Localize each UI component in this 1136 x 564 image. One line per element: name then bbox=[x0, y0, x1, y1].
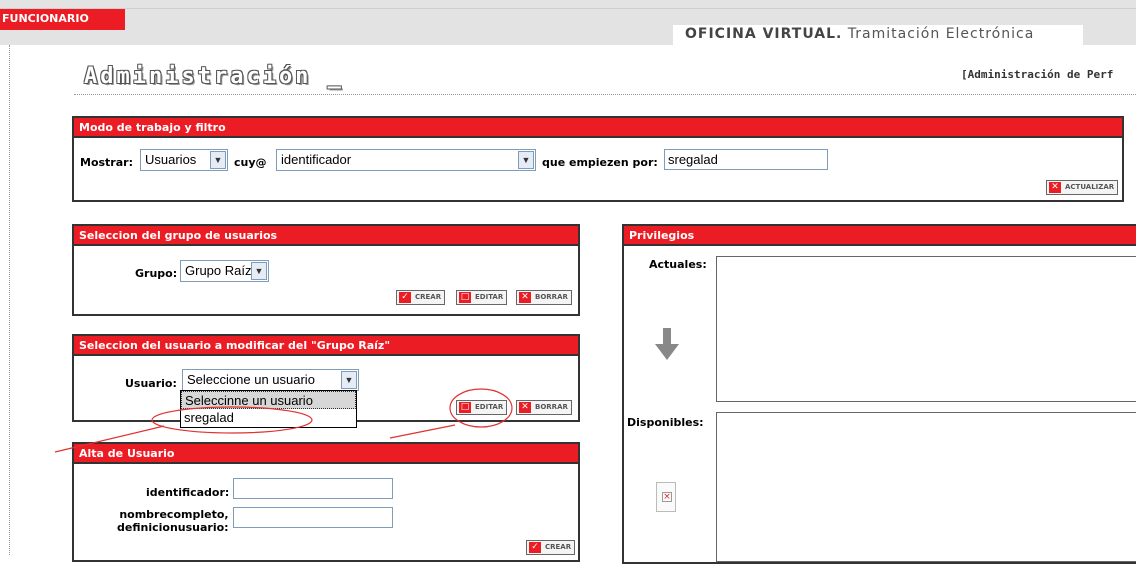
empiezen-label: que empiezen por: bbox=[542, 156, 658, 169]
top-divider bbox=[0, 8, 1136, 9]
nombre-label: nombrecompleto, definicionusuario: bbox=[117, 508, 229, 534]
alta-panel: Alta de Usuario identificador: nombrecom… bbox=[72, 442, 580, 562]
borrar-user-label: BORRAR bbox=[535, 403, 568, 411]
crear-user-label: CREAR bbox=[545, 543, 572, 551]
mostrar-label: Mostrar: bbox=[80, 156, 133, 169]
nombre-input[interactable] bbox=[233, 507, 393, 528]
oficina-title: OFICINA VIRTUAL. bbox=[685, 26, 843, 42]
chevron-down-icon[interactable]: ▼ bbox=[251, 262, 267, 280]
nombre-label-line-1: nombrecompleto, bbox=[119, 508, 229, 521]
privileges-panel: Privilegios Actuales: Disponibles: × bbox=[622, 224, 1136, 564]
grupo-label: Grupo: bbox=[135, 267, 178, 280]
group-panel-title: Seleccion del grupo de usuarios bbox=[74, 226, 578, 246]
nombre-label-line-2: definicionusuario: bbox=[117, 521, 229, 534]
borrar-group-button[interactable]: ✕ BORRAR bbox=[516, 290, 572, 305]
editar-user-label: EDITAR bbox=[475, 403, 504, 411]
grupo-select-value: Grupo Raíz bbox=[185, 263, 252, 278]
page-title: Administración _ bbox=[84, 64, 344, 89]
disponibles-list[interactable] bbox=[716, 412, 1136, 562]
user-panel-title: Seleccion del usuario a modificar del "G… bbox=[74, 336, 578, 356]
dropdown-option[interactable]: sregalad bbox=[181, 409, 356, 427]
down-arrow-icon[interactable] bbox=[652, 326, 682, 362]
check-icon: ✓ bbox=[529, 542, 541, 553]
filter-panel: Modo de trabajo y filtro Mostrar: Usuari… bbox=[72, 116, 1124, 202]
editar-group-button[interactable]: □ EDITAR bbox=[456, 290, 508, 305]
chevron-down-icon[interactable]: ▼ bbox=[518, 151, 534, 169]
mostrar-select[interactable]: Usuarios ▼ bbox=[140, 149, 228, 171]
annotation-arrow-edit bbox=[389, 424, 456, 439]
admin-breadcrumb: [Administración de Perf bbox=[961, 68, 1114, 81]
broken-image-icon: × bbox=[656, 482, 676, 512]
oficina-virtual-banner: OFICINA VIRTUAL. Tramitación Electrónica bbox=[673, 25, 1083, 45]
edit-icon: □ bbox=[459, 292, 471, 303]
usuario-select-value: Seleccione un usuario bbox=[187, 372, 315, 387]
disponibles-label: Disponibles: bbox=[627, 416, 704, 429]
identificador-label: identificador: bbox=[146, 486, 230, 499]
dropdown-option[interactable]: Seleccinne un usuario bbox=[181, 391, 356, 409]
cuyo-select-value: identificador bbox=[281, 152, 352, 167]
filter-panel-title: Modo de trabajo y filtro bbox=[74, 118, 1122, 138]
left-dotted-border bbox=[9, 45, 10, 555]
empiezen-input[interactable]: sregalad bbox=[664, 149, 828, 170]
borrar-user-button[interactable]: ✕ BORRAR bbox=[516, 400, 572, 415]
refresh-icon: ✕ bbox=[1049, 182, 1061, 193]
usuario-dropdown-list[interactable]: Seleccinne un usuario sregalad bbox=[180, 390, 357, 428]
grupo-select[interactable]: Grupo Raíz ▼ bbox=[180, 260, 269, 282]
oficina-subtitle: Tramitación Electrónica bbox=[842, 26, 1035, 42]
usuario-select[interactable]: Seleccione un usuario ▼ bbox=[182, 369, 359, 391]
actualizar-label: ACTUALIZAR bbox=[1065, 183, 1115, 191]
identificador-input[interactable] bbox=[233, 478, 393, 499]
top-bar: FUNCIONARIO OFICINA VIRTUAL. Tramitación… bbox=[0, 0, 1136, 45]
crear-group-button[interactable]: ✓ CREAR bbox=[396, 290, 446, 305]
actuales-label: Actuales: bbox=[649, 258, 707, 271]
editar-user-button[interactable]: □ EDITAR bbox=[456, 400, 508, 415]
chevron-down-icon[interactable]: ▼ bbox=[210, 151, 226, 169]
actualizar-button[interactable]: ✕ ACTUALIZAR bbox=[1046, 180, 1119, 195]
editar-group-label: EDITAR bbox=[475, 293, 504, 301]
cuyo-select[interactable]: identificador ▼ bbox=[276, 149, 536, 171]
funcionario-badge: FUNCIONARIO bbox=[0, 9, 125, 30]
check-icon: ✓ bbox=[399, 292, 411, 303]
chevron-down-icon[interactable]: ▼ bbox=[341, 371, 357, 389]
crear-group-label: CREAR bbox=[415, 293, 442, 301]
delete-icon: ✕ bbox=[519, 292, 531, 303]
cuyo-label: cuy@ bbox=[234, 156, 267, 169]
edit-icon: □ bbox=[459, 402, 471, 413]
mostrar-select-value: Usuarios bbox=[145, 152, 197, 167]
actuales-list[interactable] bbox=[716, 256, 1136, 402]
usuario-label: Usuario: bbox=[125, 377, 177, 390]
group-panel: Seleccion del grupo de usuarios Grupo: G… bbox=[72, 224, 580, 316]
crear-user-button[interactable]: ✓ CREAR bbox=[526, 540, 576, 555]
title-divider bbox=[74, 94, 1136, 95]
delete-icon: ✕ bbox=[519, 402, 531, 413]
borrar-group-label: BORRAR bbox=[535, 293, 568, 301]
privileges-panel-title: Privilegios bbox=[624, 226, 1136, 246]
alta-panel-title: Alta de Usuario bbox=[74, 444, 578, 464]
